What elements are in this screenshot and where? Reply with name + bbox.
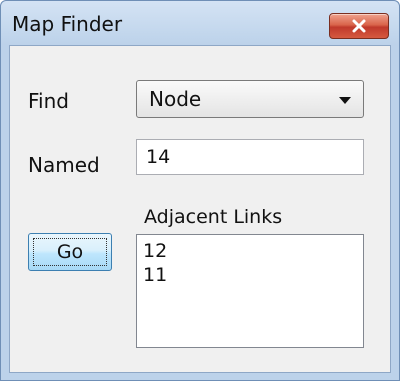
find-select[interactable]: Node (136, 80, 364, 118)
close-icon (352, 19, 366, 33)
named-input-value: 14 (146, 146, 171, 168)
named-input[interactable]: 14 (136, 139, 364, 175)
chevron-down-icon (339, 97, 351, 104)
close-button[interactable] (329, 13, 389, 39)
go-button[interactable]: Go (28, 233, 112, 271)
window-title: Map Finder (12, 12, 123, 36)
find-select-value: Node (149, 87, 202, 111)
find-label: Find (28, 89, 69, 113)
adjacent-links-list[interactable]: 12 11 (136, 234, 364, 348)
named-label: Named (28, 153, 100, 177)
map-finder-window: Map Finder Find Node Named 14 Adjacent L… (0, 0, 400, 381)
adjacent-links-label: Adjacent Links (144, 206, 283, 228)
go-button-label: Go (56, 241, 84, 263)
title-bar[interactable]: Map Finder (1, 1, 399, 45)
list-item[interactable]: 12 (137, 239, 363, 263)
list-item[interactable]: 11 (137, 263, 363, 287)
